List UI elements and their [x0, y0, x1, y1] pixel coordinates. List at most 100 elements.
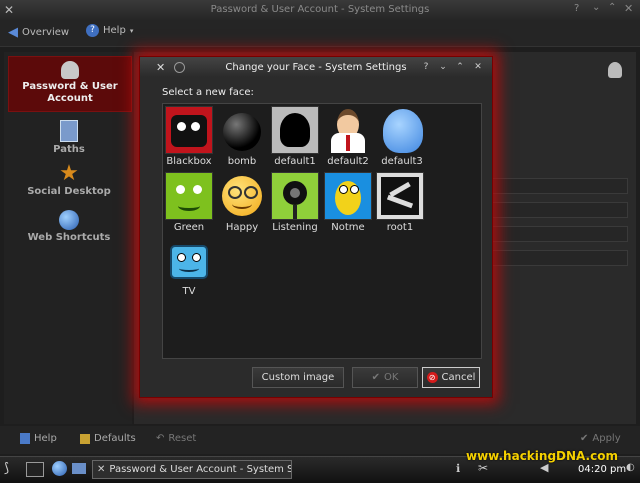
user-avatar-icon — [608, 62, 622, 78]
reset-button-label: Reset — [168, 433, 197, 444]
close-icon[interactable]: ✕ — [624, 2, 633, 15]
face-default2[interactable]: default2 — [322, 106, 374, 167]
reset-button[interactable]: ↶ Reset — [156, 433, 196, 444]
blackbox-face-icon — [165, 106, 213, 154]
face-default1[interactable]: default1 — [269, 106, 321, 167]
face-label: root1 — [386, 222, 414, 233]
overview-button[interactable]: ◀ Overview — [8, 25, 69, 40]
overview-label: Overview — [22, 27, 70, 38]
tv-face-icon — [165, 236, 213, 284]
dialog-maximize-icon[interactable]: ⌃ — [454, 61, 466, 73]
ok-label: OK — [383, 372, 399, 383]
folder-icon[interactable] — [72, 463, 86, 474]
face-happy[interactable]: Happy — [216, 172, 268, 233]
kde-menu-icon[interactable]: ⟆ — [4, 461, 9, 476]
help-icon: ? — [86, 24, 99, 37]
cancel-icon: ⊘ — [426, 372, 438, 383]
sidebar-item-web-shortcuts[interactable]: Web Shortcuts — [8, 208, 130, 248]
apply-button-label: Apply — [592, 433, 621, 444]
field-1 — [490, 178, 628, 194]
check-icon: ✔ — [371, 372, 380, 383]
field-3 — [490, 226, 628, 242]
cancel-button[interactable]: ⊘ Cancel — [422, 367, 480, 388]
minimize-icon[interactable]: ⌄ — [592, 2, 600, 13]
help-menu-button[interactable]: ? Help ▾ — [86, 24, 133, 37]
sidebar-item-social-desktop[interactable]: ★ Social Desktop — [8, 162, 130, 202]
paths-icon — [60, 120, 78, 142]
defaults-button-label: Defaults — [94, 433, 136, 444]
custom-image-label: Custom image — [261, 372, 335, 383]
help-button[interactable]: Help — [20, 433, 57, 444]
face-label: Listening — [272, 222, 318, 233]
sidebar-item-password-user-account[interactable]: Password & User Account — [8, 56, 132, 112]
sidebar-item-label: Social Desktop — [27, 186, 111, 197]
dialog-help-icon[interactable]: ? — [420, 61, 432, 73]
face-label: Blackbox — [166, 156, 212, 167]
toolbar: ◀ Overview ? Help ▾ — [0, 20, 640, 47]
listening-face-icon — [271, 172, 319, 220]
dialog-prompt: Select a new face: — [162, 87, 254, 98]
dialog-close-icon[interactable]: ✕ — [472, 61, 484, 73]
help-book-icon — [20, 433, 30, 444]
face-grid: Blackbox bomb default1 default2 default3… — [162, 103, 482, 359]
face-notme[interactable]: Notme — [322, 172, 374, 233]
task-label: Password & User Account - System Se — [109, 464, 292, 475]
watermark: www.hackingDNA.com — [466, 449, 618, 463]
sidebar-item-label: Paths — [53, 144, 85, 155]
sidebar: Password & User Account Paths ★ Social D… — [4, 52, 132, 424]
taskbar-task-system-settings[interactable]: ✕ Password & User Account - System Se — [92, 460, 292, 479]
panel-toolbox-icon[interactable]: ◐ — [626, 462, 635, 473]
notme-face-icon — [324, 172, 372, 220]
face-label: default2 — [327, 156, 369, 167]
ok-button[interactable]: ✔ OK — [352, 367, 418, 388]
face-label: bomb — [227, 156, 257, 167]
maximize-icon[interactable]: ⌃ — [608, 2, 616, 13]
cancel-label: Cancel — [441, 372, 476, 383]
back-arrow-icon: ◀ — [8, 25, 18, 40]
defaults-button[interactable]: Defaults — [80, 433, 136, 444]
chevron-down-icon: ▾ — [129, 26, 134, 35]
defaults-icon — [80, 433, 90, 444]
face-label: default3 — [381, 156, 423, 167]
sidebar-item-label: Web Shortcuts — [27, 232, 111, 243]
face-tv[interactable]: TV — [163, 236, 215, 297]
face-listening[interactable]: Listening — [269, 172, 321, 233]
face-blackbox[interactable]: Blackbox — [163, 106, 215, 167]
help-title-icon[interactable]: ? — [574, 3, 579, 14]
face-label: Notme — [331, 222, 365, 233]
custom-image-button[interactable]: Custom image — [252, 367, 344, 388]
info-icon[interactable]: ℹ — [456, 462, 460, 475]
klipper-scissors-icon[interactable]: ✂ — [478, 461, 488, 475]
default1-face-icon — [271, 106, 319, 154]
check-icon: ✔ — [580, 433, 589, 444]
field-4 — [490, 250, 628, 266]
sidebar-item-paths[interactable]: Paths — [8, 118, 130, 158]
help-label: Help — [103, 25, 126, 36]
dialog-minimize-icon[interactable]: ⌄ — [437, 61, 449, 73]
green-face-icon — [165, 172, 213, 220]
clock[interactable]: 04:20 pm — [578, 464, 626, 475]
window-title: Password & User Account - System Setting… — [210, 4, 430, 15]
apply-button[interactable]: ✔ Apply — [580, 433, 621, 444]
globe-icon — [59, 210, 79, 230]
face-label: TV — [182, 286, 196, 297]
default3-face-icon — [378, 106, 426, 154]
face-root1[interactable]: root1 — [374, 172, 426, 233]
default2-face-icon — [324, 106, 372, 154]
face-label: Green — [173, 222, 205, 233]
face-green[interactable]: Green — [163, 172, 215, 233]
happy-face-icon — [218, 172, 266, 220]
face-bomb[interactable]: bomb — [216, 106, 268, 167]
face-label: default1 — [274, 156, 316, 167]
dialog-titlebar: ✕ Change your Face - System Settings ? ⌄… — [140, 57, 492, 77]
user-icon — [61, 61, 79, 79]
face-default3[interactable]: default3 — [376, 106, 428, 167]
root1-face-icon — [376, 172, 424, 220]
reset-icon: ↶ — [156, 433, 165, 444]
face-label: Happy — [225, 222, 259, 233]
field-2 — [490, 202, 628, 218]
terminal-icon[interactable] — [26, 462, 44, 477]
tools-task-icon: ✕ — [97, 464, 106, 475]
browser-globe-icon[interactable] — [52, 461, 67, 476]
bomb-face-icon — [218, 106, 266, 154]
